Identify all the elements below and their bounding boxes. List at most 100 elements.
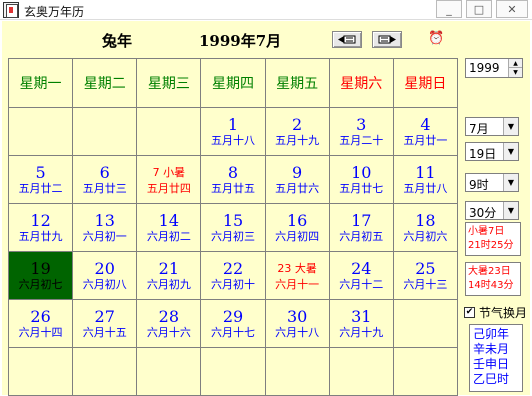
day-cell[interactable]: 14 六月初二 [136,203,202,252]
day-cell[interactable]: 30 六月十八 [264,299,330,348]
day-cell[interactable]: 27 六月十五 [72,299,138,348]
year-value: 1999 [469,61,500,75]
day-number: 22 [222,259,244,278]
day-number: 18 [415,211,436,230]
solar-term-1-box: 小暑7日 21时25分 [465,222,521,256]
day-cell[interactable]: 1 五月十八 [200,107,266,156]
day-number: 12 [30,211,51,230]
day-number: 25 [415,259,436,278]
empty-cell [72,107,138,156]
year-spinner[interactable]: 1999 ▲ ▼ [465,58,523,78]
chevron-down-icon[interactable]: ▼ [503,143,518,160]
lunar-date: 五月廿七 [339,182,384,195]
day-number: 28 [158,307,180,326]
day-cell[interactable]: 4 五月廿一 [392,107,459,156]
day-cell[interactable]: 28 六月十六 [136,299,202,348]
day-cell[interactable]: 9 五月廿六 [264,155,330,204]
lunar-date: 五月廿三 [82,182,127,195]
close-button[interactable]: ✕ [496,0,528,18]
empty-cell [392,347,459,396]
minute-value: 30分 [469,206,497,220]
day-cell[interactable]: 21 六月初九 [136,251,202,300]
spin-up-icon[interactable]: ▲ [509,59,522,68]
hour-select[interactable]: 9时 ▼ [465,173,519,192]
lunar-date: 五月十九 [275,134,320,147]
weekday-header: 星期日 [392,58,459,108]
window-title: 玄奥万年历 [24,5,85,19]
lunar-date: 六月十八 [275,326,320,339]
day-cell[interactable]: 26 六月十四 [7,299,74,348]
minimize-button[interactable]: _ [436,0,462,18]
empty-cell [328,347,394,396]
title-bar: 玄奥万年历 _ □ ✕ [0,0,532,20]
weekday-header: 星期六 [328,58,394,108]
year-spinner-buttons[interactable]: ▲ ▼ [508,59,522,77]
pointing-right-icon [378,35,396,44]
day-cell[interactable]: 25 六月十三 [392,251,459,300]
day-cell[interactable]: 2 五月十九 [264,107,330,156]
year-month-label: 1999年7月 [199,32,282,50]
solar-month-option[interactable]: ✔ 节气换月 [464,305,527,320]
month-value: 7月 [469,122,489,136]
calendar-week-row [7,347,459,396]
bazi-year: 己卯年 [473,327,510,341]
day-cell[interactable]: 15 六月初三 [200,203,266,252]
day-cell[interactable]: 8 五月廿五 [200,155,266,204]
day-number: 27 [94,307,115,326]
lunar-date: 六月十四 [18,326,63,339]
day-cell[interactable]: 7 小暑五月廿四 [136,155,202,204]
day-cell[interactable]: 6 五月廿三 [72,155,138,204]
lunar-date: 六月十六 [146,326,191,339]
bazi-hour: 乙巳时 [473,372,510,386]
weekday-header: 星期四 [200,58,266,108]
lunar-date: 六月十五 [82,326,127,339]
lunar-date: 六月初九 [146,278,191,291]
spin-down-icon[interactable]: ▼ [509,68,522,77]
day-cell[interactable]: 20 六月初八 [72,251,138,300]
day-select[interactable]: 19日 ▼ [465,142,519,161]
day-cell[interactable]: 18 六月初六 [392,203,459,252]
day-cell[interactable]: 29 六月十七 [200,299,266,348]
weekday-header: 星期一 [7,58,74,108]
alarm-clock-icon[interactable]: ⏰ [428,31,444,47]
solar-month-checkbox[interactable]: ✔ [464,306,475,318]
empty-cell [200,347,266,396]
chevron-down-icon[interactable]: ▼ [503,118,518,135]
day-cell[interactable]: 23 大暑 六月十一 [264,251,330,300]
day-number: 14 [158,211,180,230]
solar-term-1-name: 小暑7日 [468,226,505,237]
day-cell[interactable]: 3 五月二十 [328,107,394,156]
day-cell[interactable]: 12 五月廿九 [7,203,74,252]
calendar-week-row: 19 六月初七 20 六月初八 21 六月初九 22 六月初十 23 大暑 六月十一 24 六月十二 2… [7,251,459,300]
day-cell[interactable]: 10 五月廿七 [328,155,394,204]
day-cell[interactable]: 22 六月初十 [200,251,266,300]
day-cell[interactable]: 16 六月初四 [264,203,330,252]
lunar-date: 六月初六 [403,230,448,243]
lunar-date: 六月初一 [82,230,127,243]
day-cell[interactable]: 13 六月初一 [72,203,138,252]
bazi-day: 壬申日 [473,357,510,371]
maximize-button[interactable]: □ [466,0,492,18]
calendar-panel: 兔年 1999年7月 ⏰ 星期一 星期二 星期三 星期四 星期五 星期六 星期日… [2,21,530,396]
previous-month-button[interactable] [332,31,362,48]
day-cell[interactable]: 17 六月初五 [328,203,394,252]
day-cell[interactable]: 5 五月廿二 [7,155,74,204]
day-number: 4 [420,115,431,134]
day-cell[interactable]: 31 六月十九 [328,299,394,348]
day-number: 20 [94,259,115,278]
day-number: 16 [286,211,308,230]
day-number: 29 [222,307,244,326]
day-cell[interactable]: 11 五月廿八 [392,155,459,204]
month-select[interactable]: 7月 ▼ [465,117,519,136]
chevron-down-icon[interactable]: ▼ [503,202,518,219]
day-cell[interactable]: 19 六月初七 [7,251,74,300]
day-number: 6 [99,163,110,182]
day-number: 17 [351,211,372,230]
minute-select[interactable]: 30分 ▼ [465,201,519,220]
next-month-button[interactable] [372,31,402,48]
day-cell[interactable]: 24 六月十二 [328,251,394,300]
pointing-left-icon [338,35,356,44]
chevron-down-icon[interactable]: ▼ [503,174,518,191]
lunar-date: 五月廿四 [146,182,191,195]
day-number: 7 小暑 [152,166,186,179]
